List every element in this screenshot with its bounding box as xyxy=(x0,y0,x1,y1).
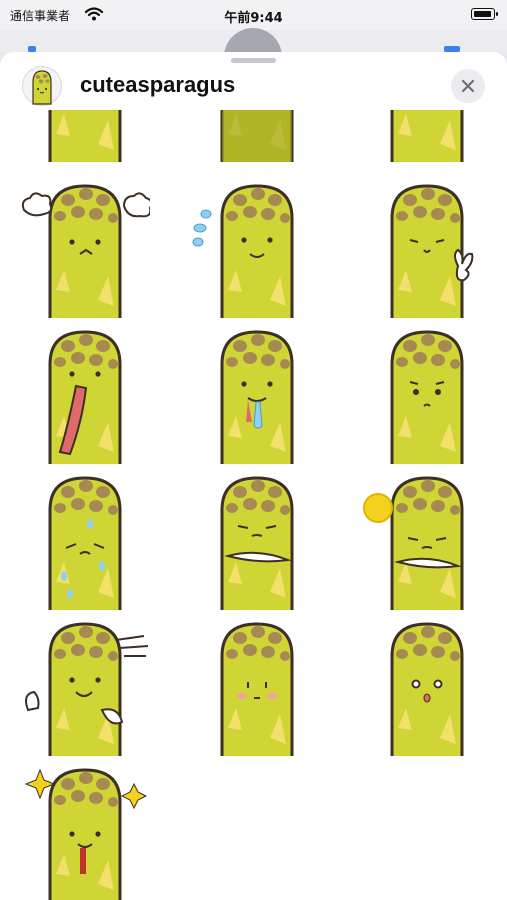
asparagus-character-icon xyxy=(390,184,474,318)
status-bar: 通信事業者 午前9:44 xyxy=(0,0,507,30)
sticker-surprised[interactable] xyxy=(362,618,492,756)
asparagus-character-icon xyxy=(25,622,149,756)
sticker-cold-sweat[interactable] xyxy=(20,472,150,610)
sticker-peace[interactable] xyxy=(362,180,492,318)
sticker-grid xyxy=(0,52,507,900)
asparagus-character-icon xyxy=(220,622,294,756)
sticker-arms-crossed-sun[interactable] xyxy=(362,472,492,610)
sticker-pack-title: cuteasparagus xyxy=(80,72,236,97)
battery-icon xyxy=(471,8,498,20)
asparagus-character-icon xyxy=(48,330,122,464)
sticker-tongue-out[interactable] xyxy=(20,326,150,464)
close-icon xyxy=(461,79,475,93)
sticker-sheet: cuteasparagus xyxy=(0,52,507,900)
asparagus-character-icon xyxy=(390,110,464,162)
sticker-running[interactable] xyxy=(20,618,150,756)
asparagus-character-icon xyxy=(24,768,148,900)
sticker-partial-sticker-2[interactable] xyxy=(192,110,322,162)
asparagus-character-icon xyxy=(390,330,464,464)
asparagus-character-icon xyxy=(21,184,150,318)
asparagus-character-icon xyxy=(220,476,294,610)
sticker-drooling[interactable] xyxy=(192,326,322,464)
sticker-partial-sticker-3[interactable] xyxy=(362,110,492,162)
asparagus-sticker-icon xyxy=(22,66,62,106)
asparagus-character-icon xyxy=(363,476,464,610)
asparagus-character-icon xyxy=(48,110,122,162)
asparagus-character-icon xyxy=(192,184,294,318)
sticker-huffing[interactable] xyxy=(20,180,150,318)
asparagus-character-icon xyxy=(48,476,122,610)
close-button[interactable] xyxy=(451,69,485,103)
sticker-partial-sticker-1[interactable] xyxy=(20,110,150,162)
sticker-blushing[interactable] xyxy=(192,618,322,756)
asparagus-character-icon xyxy=(390,622,464,756)
battery-level xyxy=(474,11,491,17)
sticker-sweating[interactable] xyxy=(192,180,322,318)
asparagus-character-icon xyxy=(220,110,294,162)
clock: 午前9:44 xyxy=(224,11,283,26)
sticker-arms-crossed[interactable] xyxy=(192,472,322,610)
sticker-worried[interactable] xyxy=(362,326,492,464)
asparagus-character-icon xyxy=(220,330,294,464)
sticker-sparkling[interactable] xyxy=(20,764,150,900)
